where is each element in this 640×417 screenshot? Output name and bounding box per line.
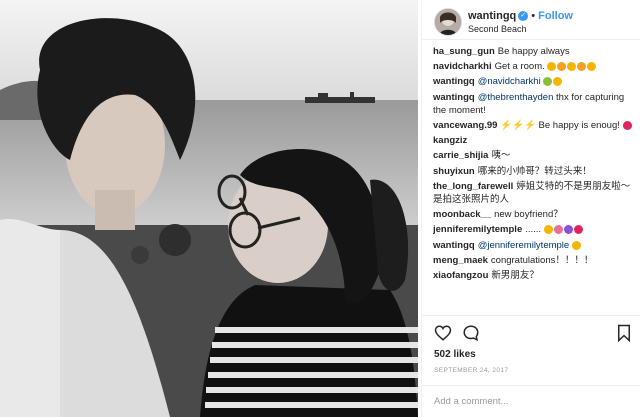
- comment-text: ......: [525, 224, 542, 236]
- couple-beach-photo: [0, 0, 418, 417]
- bookmark-icon[interactable]: [615, 324, 633, 343]
- comment-text: ⚡⚡⚡ Be happy is enoug!: [500, 120, 620, 132]
- post-username[interactable]: wantingq: [468, 10, 516, 22]
- emoji-icon: [557, 62, 567, 72]
- comment-text: 咦～: [491, 150, 511, 162]
- comment-mention[interactable]: @jenniferemilytemple: [478, 240, 569, 251]
- post-header: wantingq ✓ • Follow Second Beach: [422, 0, 640, 40]
- comment-mention[interactable]: @thebrenthayden: [478, 92, 554, 103]
- comment-username[interactable]: vancewang.99: [433, 120, 497, 131]
- post-photo[interactable]: [0, 0, 418, 417]
- comment-text: congratulations！！！！: [490, 254, 594, 266]
- avatar[interactable]: [434, 8, 462, 36]
- comment-item: navidcharkhi Get a room.: [433, 60, 633, 73]
- comment-username[interactable]: wantingq: [433, 240, 475, 251]
- comment-username[interactable]: kangziz: [433, 135, 467, 146]
- comment-text: Be happy always: [497, 46, 570, 57]
- comment-text: new boyfriend？: [494, 209, 563, 221]
- comment-item: wantingq @jenniferemilytemple: [433, 239, 633, 252]
- comment-username[interactable]: navidcharkhi: [433, 61, 492, 72]
- follow-button[interactable]: Follow: [538, 10, 573, 22]
- comment-username[interactable]: shuyixun: [433, 166, 475, 177]
- post-location[interactable]: Second Beach: [468, 24, 527, 34]
- emoji-icon: [567, 62, 577, 72]
- comment-item: jenniferemilytemple......: [433, 223, 633, 236]
- comment-text: 新男朋友？: [491, 270, 539, 282]
- comment-username[interactable]: xiaofangzou: [433, 270, 488, 281]
- heart-icon[interactable]: [434, 324, 452, 342]
- emoji-icon: [573, 225, 583, 235]
- separator-dot: •: [531, 10, 536, 22]
- add-comment-input[interactable]: [434, 393, 614, 409]
- comment-username[interactable]: jenniferemilytemple: [433, 224, 522, 235]
- emoji-icon: [571, 240, 581, 250]
- post-date: SEPTEMBER 24, 2017: [434, 367, 509, 374]
- comment-username[interactable]: wantingq: [433, 76, 475, 87]
- post-sidebar: wantingq ✓ • Follow Second Beach ha_sung_gu…: [421, 0, 640, 417]
- emoji-icon: [553, 77, 563, 87]
- add-comment-section: [422, 385, 640, 417]
- comment-item: vancewang.99 ⚡⚡⚡ Be happy is enoug!: [433, 119, 633, 132]
- emoji-icon: [563, 225, 573, 235]
- comments-list: ha_sung_gun Be happy always navidcharkhi G…: [433, 45, 633, 313]
- emoji-icon: [543, 225, 553, 235]
- emoji-icon: [622, 121, 632, 130]
- comment-text: Get a room.: [494, 61, 545, 73]
- comment-username[interactable]: the_long_farewell: [433, 181, 513, 192]
- comment-item: carrie_shijia 咦～: [433, 149, 633, 162]
- emoji-icon: [553, 225, 563, 235]
- comment-item: moonback__ new boyfriend？: [433, 208, 633, 221]
- emoji-icon: [577, 62, 587, 72]
- comment-bubble-icon[interactable]: [462, 324, 480, 342]
- avatar-image: [435, 9, 461, 35]
- verified-badge-icon: ✓: [518, 11, 529, 22]
- comment-item: meng_maek congratulations！！！！: [433, 254, 633, 267]
- emoji-icon: [547, 62, 557, 72]
- instagram-post: wantingq ✓ • Follow Second Beach ha_sung_gu…: [0, 0, 640, 417]
- comment-item: xiaofangzou 新男朋友？: [433, 269, 633, 282]
- comment-text: 哪来的小帅哥？转过头来！: [477, 165, 592, 177]
- comment-item: the_long_farewell 婷姐艾特的不是男朋友啦～ 是拍这张照片的人: [433, 180, 633, 206]
- comment-username[interactable]: carrie_shijia: [433, 150, 488, 161]
- emoji-icon: [543, 77, 553, 87]
- comment-item: wantingq @thebrenthayden thx for capturin…: [433, 91, 633, 117]
- comment-username[interactable]: wantingq: [433, 92, 475, 103]
- comment-username[interactable]: meng_maek: [433, 255, 488, 266]
- comment-item: kangziz: [433, 134, 633, 147]
- like-count[interactable]: 502 likes: [434, 349, 476, 360]
- comment-item: ha_sung_gun Be happy always: [433, 45, 633, 58]
- comment-item: wantingq @navidcharkhi: [433, 75, 633, 88]
- emoji-icon: [587, 62, 597, 72]
- post-actions: 502 likes SEPTEMBER 24, 2017: [422, 315, 640, 385]
- comment-mention[interactable]: @navidcharkhi: [478, 76, 541, 87]
- comment-username[interactable]: ha_sung_gun: [433, 46, 495, 57]
- comment-username[interactable]: moonback__: [433, 209, 491, 220]
- header-user-line: wantingq ✓ • Follow: [468, 10, 573, 22]
- comment-item: shuyixun 哪来的小帅哥？转过头来！: [433, 165, 633, 178]
